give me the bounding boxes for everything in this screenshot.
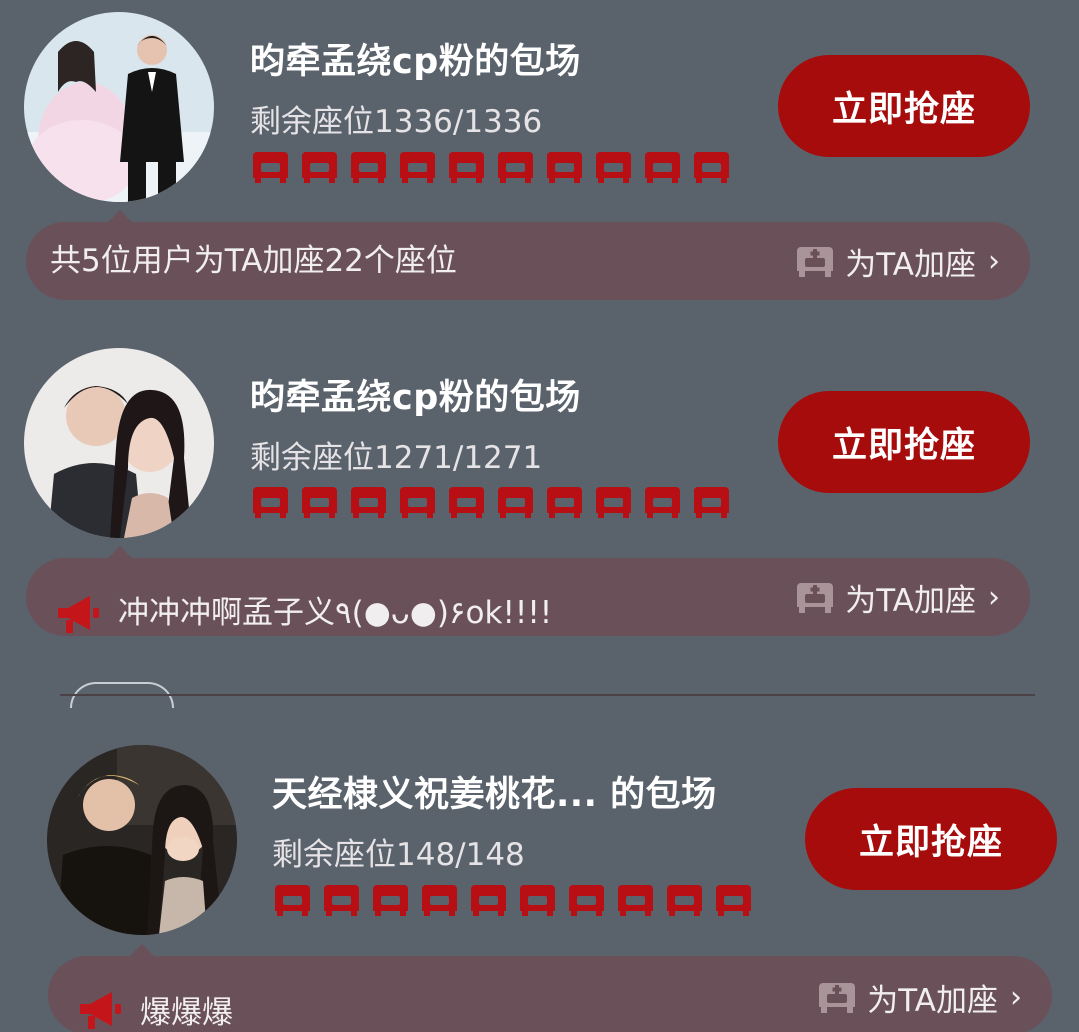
seats-remaining: 剩余座位148/148 (272, 837, 525, 873)
bubble-tail (130, 944, 154, 956)
screen: 昀牵孟绕cp粉的包场 剩余座位1336/1336 立即抢座 共5位用户为TA加座… (0, 0, 1079, 1032)
seat-icon (569, 885, 604, 916)
seat-icon (667, 885, 702, 916)
seat-icon (422, 885, 457, 916)
bubble-message: 爆爆爆 (140, 995, 233, 1031)
grab-seat-button[interactable]: 立即抢座 (805, 788, 1057, 890)
avatar[interactable] (47, 745, 237, 935)
seat-icon (716, 885, 751, 916)
add-seat-label: 为TA加座 (867, 982, 998, 1019)
seat-icon (471, 885, 506, 916)
seat-icon (520, 885, 555, 916)
seat-row (273, 883, 753, 917)
card-3: 天经棣义祝姜桃花... 的包场 剩余座位148/148 立即抢座 爆爆爆 为TA… (0, 0, 1079, 1032)
seat-icon (324, 885, 359, 916)
seat-icon (373, 885, 408, 916)
seat-plus-icon (819, 983, 856, 1013)
card-title: 天经棣义祝姜桃花... 的包场 (272, 775, 717, 815)
seat-icon (618, 885, 653, 916)
chevron-right-icon: › (1010, 979, 1022, 1015)
add-seat-bubble: 爆爆爆 为TA加座 › (48, 956, 1052, 1032)
seat-icon (275, 885, 310, 916)
add-seat-link[interactable]: 为TA加座 › (817, 958, 1022, 1032)
megaphone-icon (80, 992, 121, 1029)
